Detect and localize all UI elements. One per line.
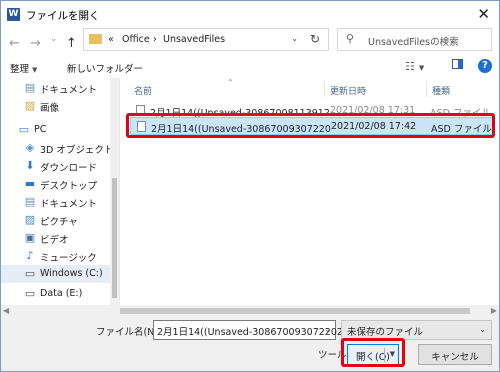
back-arrow-icon[interactable]: ← xyxy=(9,36,20,51)
nav-item-label: 画像 xyxy=(40,103,60,114)
dialog-title: ファイルを開く xyxy=(26,10,100,22)
nav-item-data-e[interactable]: ▭ Data (E:) xyxy=(0,285,118,303)
nav-item-desktop[interactable]: ▬ デスクトップ xyxy=(0,175,118,193)
open-button[interactable]: 開く(O) ▼ xyxy=(347,344,399,365)
search-placeholder: UnsavedFilesの検索 xyxy=(368,37,459,48)
nav-item-downloads[interactable]: ⬇ ダウンロード xyxy=(0,157,118,175)
footer-panel: ファイル名(N): 2月1日14((Unsaved-30867009307220… xyxy=(0,317,500,372)
split-divider xyxy=(384,348,385,362)
document-icon: ▤ xyxy=(24,195,36,208)
chevron-down-icon[interactable]: ⌄ xyxy=(324,325,331,334)
column-divider[interactable] xyxy=(324,81,325,97)
search-icon: ⚲ xyxy=(346,32,355,45)
help-icon[interactable]: ? xyxy=(478,59,492,73)
file-list: ⌃ 名前 更新日時 種類 2月1日14((Unsaved-30867008113… xyxy=(120,78,500,315)
new-folder-button[interactable]: 新しいフォルダー xyxy=(67,61,143,75)
recent-locations-chevron-icon[interactable]: ⌄ xyxy=(50,34,58,44)
refresh-icon[interactable]: ↻ xyxy=(310,32,320,46)
file-type: ASD ファイル xyxy=(431,124,492,135)
nav-item-music[interactable]: ♪ ミュージック xyxy=(0,247,118,265)
breadcrumb-overflow[interactable]: « xyxy=(108,34,114,45)
breadcrumb-office[interactable]: Office xyxy=(122,34,150,45)
nav-item-label: ダウンロード xyxy=(40,163,98,174)
nav-item-windows-c[interactable]: ▭ Windows (C:) xyxy=(0,265,118,283)
pc-icon: ▭ xyxy=(18,123,30,136)
nav-item-label: Data (E:) xyxy=(40,288,83,299)
cancel-button[interactable]: キャンセル xyxy=(418,344,492,365)
column-header-date[interactable]: 更新日時 xyxy=(330,84,366,97)
folder-icon xyxy=(89,34,102,44)
address-dropdown-icon[interactable]: ⌄ xyxy=(291,34,298,43)
search-box[interactable]: ⚲ UnsavedFilesの検索 xyxy=(337,28,492,51)
filename-label: ファイル名(N): xyxy=(96,327,162,338)
nav-item-label: Windows (C:) xyxy=(40,268,103,279)
open-file-dialog: W ファイルを開く ✕ ← → ⌄ ↑ « Office › UnsavedFi… xyxy=(0,0,500,372)
breadcrumb-separator: › xyxy=(153,34,157,45)
nav-item-label: 3D オブジェクト xyxy=(40,145,114,156)
nav-item-pictures[interactable]: ▨ 画像 xyxy=(0,97,118,115)
desktop-icon: ▬ xyxy=(24,177,36,190)
cancel-label: キャンセル xyxy=(431,352,479,363)
organize-menu[interactable]: 整理 ▼ xyxy=(10,61,37,75)
scroll-left-icon[interactable]: ◀ xyxy=(3,306,9,315)
download-icon: ⬇ xyxy=(25,159,35,172)
scrollbar-thumb[interactable] xyxy=(112,178,117,298)
nav-item-label: ドキュメント xyxy=(40,199,98,210)
nav-item-label: ミュージック xyxy=(40,253,97,264)
file-icon xyxy=(136,105,145,116)
chevron-down-icon[interactable]: ⌄ xyxy=(479,325,486,334)
nav-item-label: ピクチャ xyxy=(40,217,78,228)
scroll-right-icon[interactable]: ▶ xyxy=(491,306,497,315)
command-bar: 整理 ▼ 新しいフォルダー ☷ ▼ ? xyxy=(0,56,500,78)
nav-item-3d-objects[interactable]: ◈ 3D オブジェクト xyxy=(0,139,118,157)
up-arrow-icon[interactable]: ↑ xyxy=(66,36,77,51)
filename-value: 2月1日14((Unsaved-308670093072202336) xyxy=(157,327,365,338)
nav-item-label: デスクトップ xyxy=(40,181,98,192)
nav-item-documents[interactable]: ▤ ドキュメント xyxy=(0,79,118,97)
file-date: 2021/02/08 17:42 xyxy=(331,121,417,132)
navigation-pane: ▤ ドキュメント ▨ 画像 ▭ PC ◈ 3D オブジェクト ⬇ ダウンロード … xyxy=(0,78,118,315)
horizontal-scrollbar[interactable]: ◀ ▶ xyxy=(0,305,500,317)
pictures-icon: ▨ xyxy=(24,213,36,226)
nav-item-videos[interactable]: ▣ ビデオ xyxy=(0,229,118,247)
nav-item-pictures-pc[interactable]: ▨ ピクチャ xyxy=(0,211,118,229)
3d-objects-icon: ◈ xyxy=(25,141,35,154)
chevron-down-icon: ▼ xyxy=(32,66,38,74)
organize-label: 整理 xyxy=(10,64,30,75)
pictures-icon: ▨ xyxy=(24,99,36,112)
view-options-icon[interactable]: ☷ ▼ xyxy=(405,60,424,73)
filename-input[interactable]: 2月1日14((Unsaved-308670093072202336) ⌄ xyxy=(153,320,365,340)
scrollbar-thumb[interactable] xyxy=(120,308,470,314)
breadcrumb-unsavedfiles[interactable]: UnsavedFiles xyxy=(163,34,225,45)
column-divider[interactable] xyxy=(426,81,427,97)
document-icon: ▤ xyxy=(24,81,36,94)
filetype-value: 未保存のファイル xyxy=(347,327,424,338)
filetype-select[interactable]: 未保存のファイル ⌄ xyxy=(341,320,492,340)
music-icon: ♪ xyxy=(26,249,34,262)
drive-icon: ▭ xyxy=(24,287,36,300)
nav-scrollbar[interactable] xyxy=(110,78,119,315)
nav-item-label: ビデオ xyxy=(40,235,69,246)
nav-item-pc[interactable]: ▭ PC xyxy=(0,121,118,139)
nav-item-label: PC xyxy=(34,124,47,135)
sort-ascending-icon: ⌃ xyxy=(227,78,234,87)
forward-arrow-icon[interactable]: → xyxy=(30,36,41,51)
close-icon[interactable]: ✕ xyxy=(477,5,490,23)
file-row-selected[interactable]: 2月1日14((Unsaved-308670093072202336)... 2… xyxy=(130,117,495,135)
file-icon xyxy=(137,121,146,132)
file-date: 2021/02/08 17:31 xyxy=(330,105,416,116)
address-bar[interactable]: « Office › UnsavedFiles ⌄ ↻ xyxy=(83,28,329,51)
video-icon: ▣ xyxy=(24,231,36,244)
drive-icon: ▭ xyxy=(24,267,36,280)
column-header-type[interactable]: 種類 xyxy=(432,84,450,97)
file-name: 2月1日14((Unsaved-308670093072202336)... xyxy=(151,124,331,135)
nav-item-label: ドキュメント xyxy=(40,85,98,96)
column-header-name[interactable]: 名前 xyxy=(134,84,152,97)
title-bar: W ファイルを開く ✕ xyxy=(0,0,500,30)
nav-item-documents-pc[interactable]: ▤ ドキュメント xyxy=(0,193,118,211)
word-app-icon: W xyxy=(7,8,20,21)
open-dropdown-icon[interactable]: ▼ xyxy=(390,350,395,358)
preview-pane-icon[interactable] xyxy=(452,59,463,72)
